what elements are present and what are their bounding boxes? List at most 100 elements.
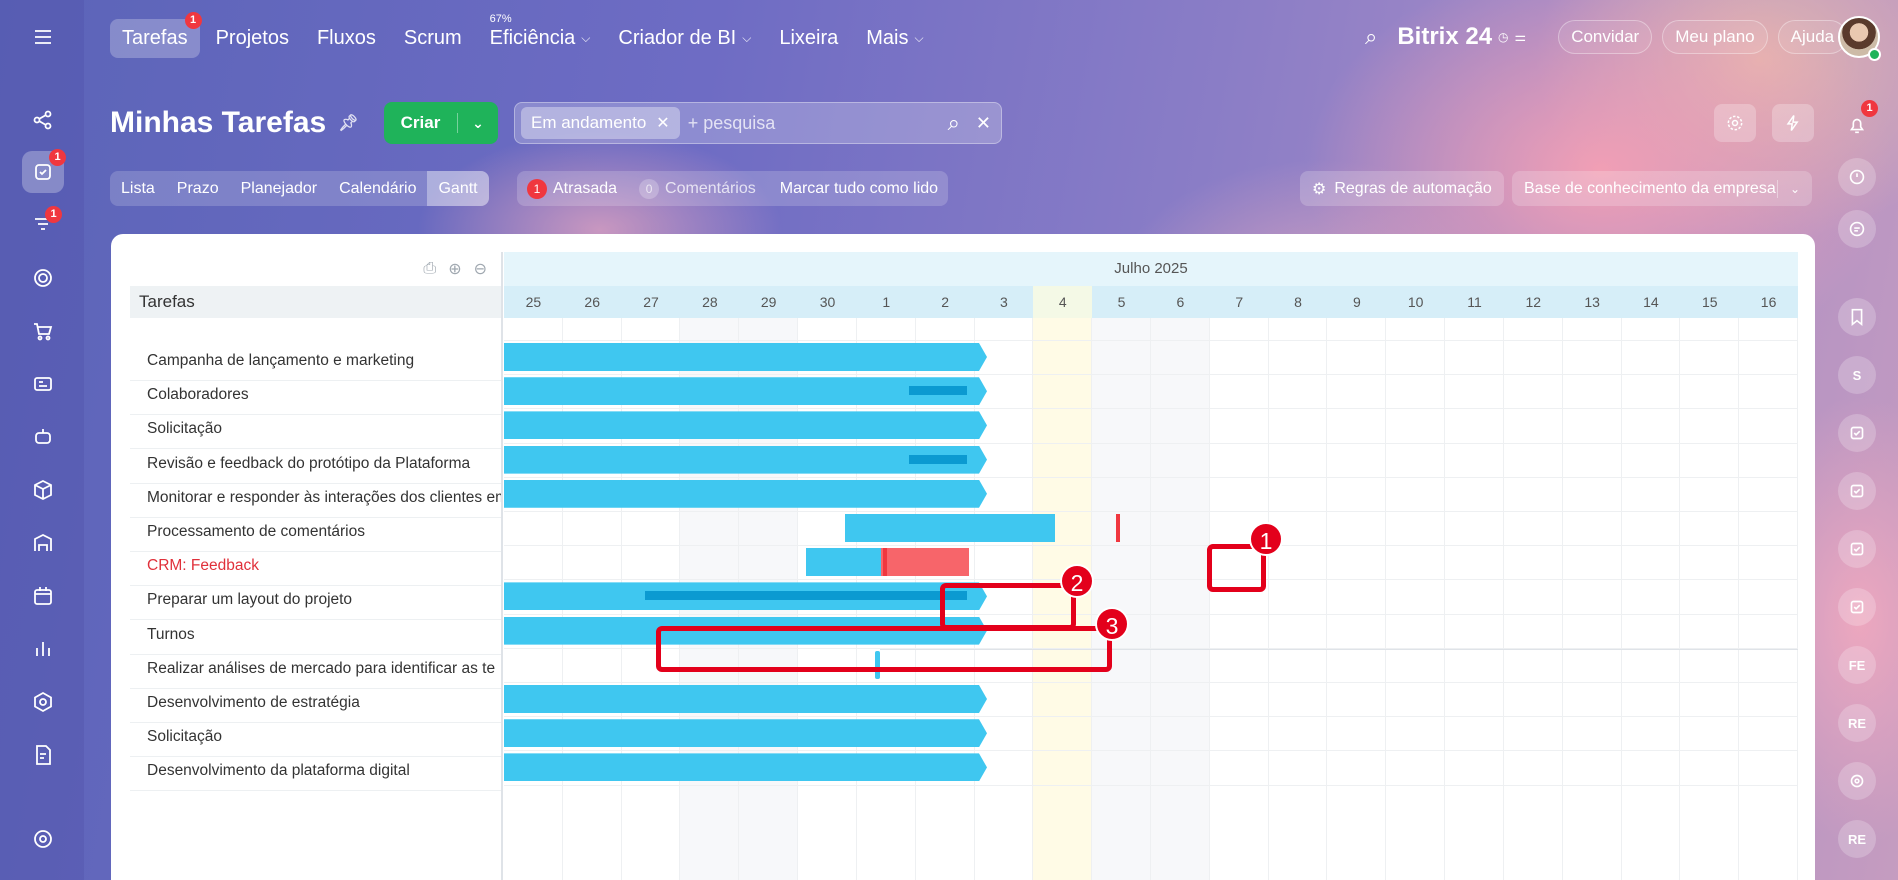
gantt-row-line bbox=[504, 579, 1798, 581]
task-check-icon[interactable] bbox=[1838, 588, 1876, 626]
chat-icon[interactable] bbox=[1838, 210, 1876, 248]
view-lista[interactable]: Lista bbox=[110, 171, 166, 206]
print-icon[interactable]: ⎙ bbox=[423, 260, 436, 278]
help-button[interactable]: Ajuda bbox=[1777, 20, 1848, 54]
gantt-task-bar[interactable] bbox=[806, 548, 881, 577]
nav-tarefas-label: Tarefas bbox=[122, 26, 188, 49]
contacts-icon[interactable] bbox=[22, 363, 64, 405]
gantt-day-label: 6 bbox=[1176, 294, 1185, 310]
settings-icon[interactable] bbox=[22, 818, 64, 860]
openline-icon[interactable] bbox=[1838, 762, 1876, 800]
chevron-down-icon[interactable]: ⌄ bbox=[458, 115, 498, 132]
task-check-icon[interactable] bbox=[1838, 472, 1876, 510]
filter-chip[interactable]: Em andamento ✕ bbox=[521, 107, 680, 139]
nav-projetos[interactable]: Projetos bbox=[204, 19, 301, 58]
network-icon[interactable] bbox=[22, 99, 64, 141]
annotation-highlight bbox=[940, 583, 1076, 630]
knowledge-base-button[interactable]: Base de conhecimento da empresa ⌄ bbox=[1512, 171, 1812, 206]
nav-eficiencia[interactable]: 67% Eficiência ⌵ bbox=[478, 13, 603, 58]
menu-icon[interactable] bbox=[22, 16, 64, 58]
nav-lixeira[interactable]: Lixeira bbox=[767, 19, 850, 58]
feed-badge: 1 bbox=[45, 206, 62, 223]
create-button[interactable]: Criar ⌄ bbox=[384, 102, 498, 144]
gantt-task-bar[interactable] bbox=[845, 514, 1055, 542]
avatar-s[interactable]: S bbox=[1838, 356, 1876, 394]
pin-icon[interactable]: 📌︎ bbox=[338, 113, 358, 133]
sliders-icon[interactable]: ⚌ bbox=[1515, 29, 1527, 45]
search-icon[interactable]: ⌕ bbox=[944, 110, 964, 136]
avatar-re-2[interactable]: RE bbox=[1838, 820, 1876, 858]
mark-read-button[interactable]: Marcar tudo como lido bbox=[780, 180, 938, 198]
automation-rules-button[interactable]: ⚙︎ Regras de automação bbox=[1300, 171, 1504, 206]
overdue-label: Atrasada bbox=[553, 179, 618, 197]
nav-tarefas[interactable]: Tarefas 1 bbox=[110, 11, 202, 58]
gantt-task-bar[interactable] bbox=[504, 719, 987, 747]
gantt-task-bar[interactable] bbox=[504, 753, 987, 781]
hexagon-icon[interactable] bbox=[22, 681, 64, 723]
annotation-marker: 1 bbox=[1249, 522, 1283, 556]
deadline-marker[interactable] bbox=[883, 548, 887, 577]
view-gantt[interactable]: Gantt bbox=[427, 171, 489, 206]
gantt-task-bar[interactable] bbox=[504, 685, 987, 713]
close-icon[interactable]: ✕ bbox=[656, 113, 669, 133]
cart-icon[interactable] bbox=[22, 310, 64, 352]
search-icon[interactable]: ⌕ bbox=[1355, 24, 1387, 50]
analytics-icon[interactable] bbox=[22, 628, 64, 670]
deadline-marker[interactable] bbox=[1116, 514, 1120, 542]
calendar-icon[interactable] bbox=[22, 575, 64, 617]
task-check-icon[interactable] bbox=[1838, 414, 1876, 452]
tasks-icon[interactable]: 1 bbox=[22, 149, 66, 193]
document-edit-icon[interactable] bbox=[22, 734, 64, 776]
gantt-day-label: 14 bbox=[1643, 294, 1659, 310]
clear-icon[interactable]: ✕ bbox=[972, 113, 995, 134]
gantt-task-bar[interactable] bbox=[504, 480, 987, 508]
left-sidebar: 1 1 bbox=[0, 0, 84, 880]
bookmark-icon[interactable] bbox=[1838, 298, 1876, 336]
box-icon[interactable] bbox=[22, 469, 64, 511]
nav-lixeira-label: Lixeira bbox=[779, 26, 839, 49]
zoom-out-icon[interactable]: ⊖ bbox=[474, 259, 487, 279]
plan-button[interactable]: Meu plano bbox=[1662, 20, 1768, 54]
avatar-s-initials: S bbox=[1852, 367, 1862, 383]
settings-button[interactable] bbox=[1714, 104, 1756, 142]
gantt-day-label: 10 bbox=[1407, 294, 1424, 310]
nav-mais[interactable]: Mais ⌵ bbox=[854, 19, 935, 58]
chevron-down-icon: ⌵ bbox=[914, 30, 924, 45]
avatar-re[interactable]: RE bbox=[1838, 704, 1876, 742]
notifications-badge: 1 bbox=[1861, 100, 1878, 117]
chevron-down-icon[interactable]: ⌄ bbox=[1778, 182, 1812, 196]
gantt-day-column bbox=[1386, 318, 1446, 880]
zoom-in-icon[interactable]: ⊕ bbox=[448, 259, 461, 279]
bell-icon[interactable]: 1 bbox=[1838, 100, 1878, 144]
search-input[interactable] bbox=[687, 112, 936, 134]
nav-criador-bi[interactable]: Criador de BI ⌵ bbox=[606, 19, 763, 58]
nav-fluxos[interactable]: Fluxos bbox=[305, 19, 388, 58]
gantt-day-column bbox=[1680, 318, 1740, 880]
dial-icon[interactable] bbox=[1838, 158, 1876, 196]
feed-icon[interactable]: 1 bbox=[22, 203, 64, 245]
overdue-counter[interactable]: 1 Atrasada bbox=[527, 178, 618, 199]
task-row[interactable]: Desenvolvimento da plataforma digital bbox=[130, 750, 501, 792]
avatar-fe[interactable]: FE bbox=[1838, 646, 1876, 684]
view-planejador[interactable]: Planejador bbox=[230, 171, 329, 206]
invite-button[interactable]: Convidar bbox=[1558, 20, 1653, 54]
view-prazo[interactable]: Prazo bbox=[166, 171, 230, 206]
nav-scrum[interactable]: Scrum bbox=[392, 19, 474, 58]
gantt-day-label: 15 bbox=[1701, 294, 1718, 310]
gantt-day-column bbox=[1092, 318, 1151, 880]
gantt-overdue-bar[interactable] bbox=[881, 548, 969, 577]
gantt-task-bar[interactable] bbox=[504, 411, 987, 439]
comments-counter[interactable]: 0 Comentários bbox=[639, 178, 756, 199]
logo-text: Bitrix 24 bbox=[1397, 23, 1493, 50]
target-icon[interactable] bbox=[22, 257, 64, 299]
store-icon[interactable] bbox=[22, 522, 64, 564]
automation-bolt-button[interactable] bbox=[1772, 104, 1814, 142]
view-calendario[interactable]: Calendário bbox=[328, 171, 427, 206]
robot-icon[interactable] bbox=[22, 416, 64, 458]
online-indicator bbox=[1868, 48, 1881, 61]
nav-tarefas-badge: 1 bbox=[184, 11, 202, 29]
page-title-text: Minhas Tarefas bbox=[110, 106, 327, 139]
gantt-panel: ⎙ ⊕ ⊖ Tarefas Campanha de lançamento e m… bbox=[111, 234, 1815, 880]
gantt-task-bar[interactable] bbox=[504, 343, 987, 371]
task-check-icon[interactable] bbox=[1838, 530, 1876, 568]
